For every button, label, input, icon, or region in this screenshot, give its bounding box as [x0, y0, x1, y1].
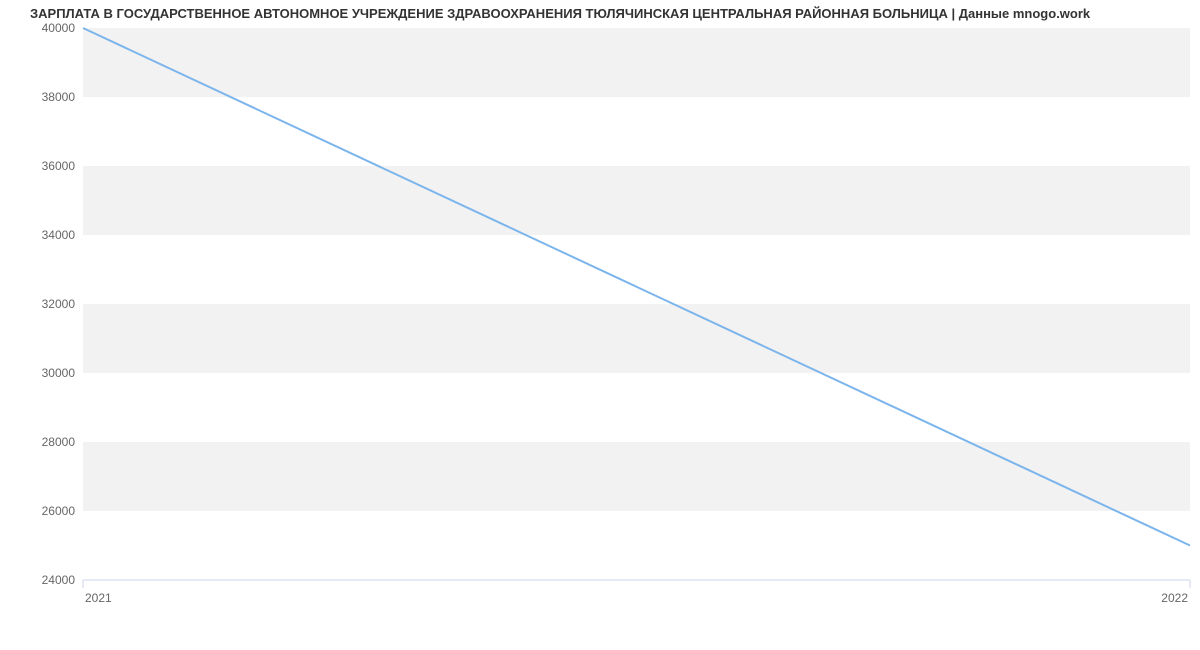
chart-svg: 24000 26000 28000 30000 32000 34000 36000 38000…	[0, 0, 1200, 650]
y-tick-label: 32000	[42, 297, 76, 311]
y-tick-label: 40000	[42, 21, 76, 35]
grid-band	[83, 166, 1190, 235]
grid-band	[83, 28, 1190, 97]
x-tick-label: 2022	[1161, 591, 1188, 605]
y-tick-label: 28000	[42, 435, 76, 449]
y-tick-label: 34000	[42, 228, 76, 242]
plot-area: 24000 26000 28000 30000 32000 34000 36000 38000…	[42, 21, 1190, 605]
grid-band	[83, 304, 1190, 373]
y-tick-label: 24000	[42, 573, 76, 587]
grid-band	[83, 442, 1190, 511]
x-tick-label: 2021	[85, 591, 112, 605]
y-tick-label: 30000	[42, 366, 76, 380]
chart-container: ЗАРПЛАТА В ГОСУДАРСТВЕННОЕ АВТОНОМНОЕ УЧ…	[0, 0, 1200, 650]
y-tick-label: 26000	[42, 504, 76, 518]
y-tick-label: 38000	[42, 90, 76, 104]
y-tick-label: 36000	[42, 159, 76, 173]
